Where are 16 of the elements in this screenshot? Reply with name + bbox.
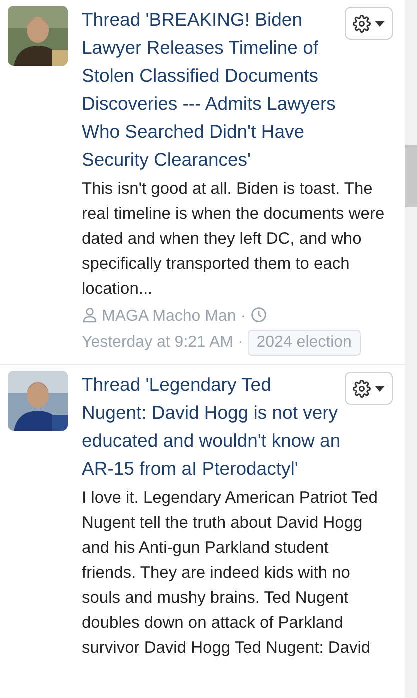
thread-title-link[interactable]: Thread 'BREAKING! Biden Lawyer Releases Timeline of Stolen Classified Documents Discoveries --- Admits Lawyers Who Searched Didn't Have Security Clearances': [82, 6, 345, 174]
post-time: Yesterday at 9:21 AM: [82, 334, 234, 351]
scrollbar-thumb[interactable]: [405, 145, 417, 207]
thread-options-button[interactable]: [345, 7, 393, 40]
thread-snippet: I love it. Legendary American Patriot Ted Nugent tell the truth about David Hogg and his Anti-gun Parkland student friends. They are indeed kids with no souls and mushy brains. Ted Nugent doubles down on attack of Parkland survivor David Hogg Ted Nugent: David: [82, 488, 379, 659]
clock-icon: [250, 307, 267, 323]
user-icon: [82, 307, 98, 323]
thread-title-link[interactable]: Thread 'Legendary Ted Nugent: David Hogg is not very educated and wouldn't know an AR-15 from aI Pterodactyl': [82, 371, 345, 483]
settings-icon: [353, 14, 371, 32]
caret-icon: [375, 386, 385, 392]
thread-options-button[interactable]: [345, 372, 393, 405]
separator: ·: [240, 308, 248, 325]
thread-snippet: This isn't good at all. Biden is toast. The real timeline is when the documents were dated and when they left DC, and who specifically transported them to each location...: [82, 179, 386, 300]
settings-icon: [353, 380, 371, 398]
caret-icon: [375, 20, 385, 26]
separator: ·: [236, 334, 244, 351]
